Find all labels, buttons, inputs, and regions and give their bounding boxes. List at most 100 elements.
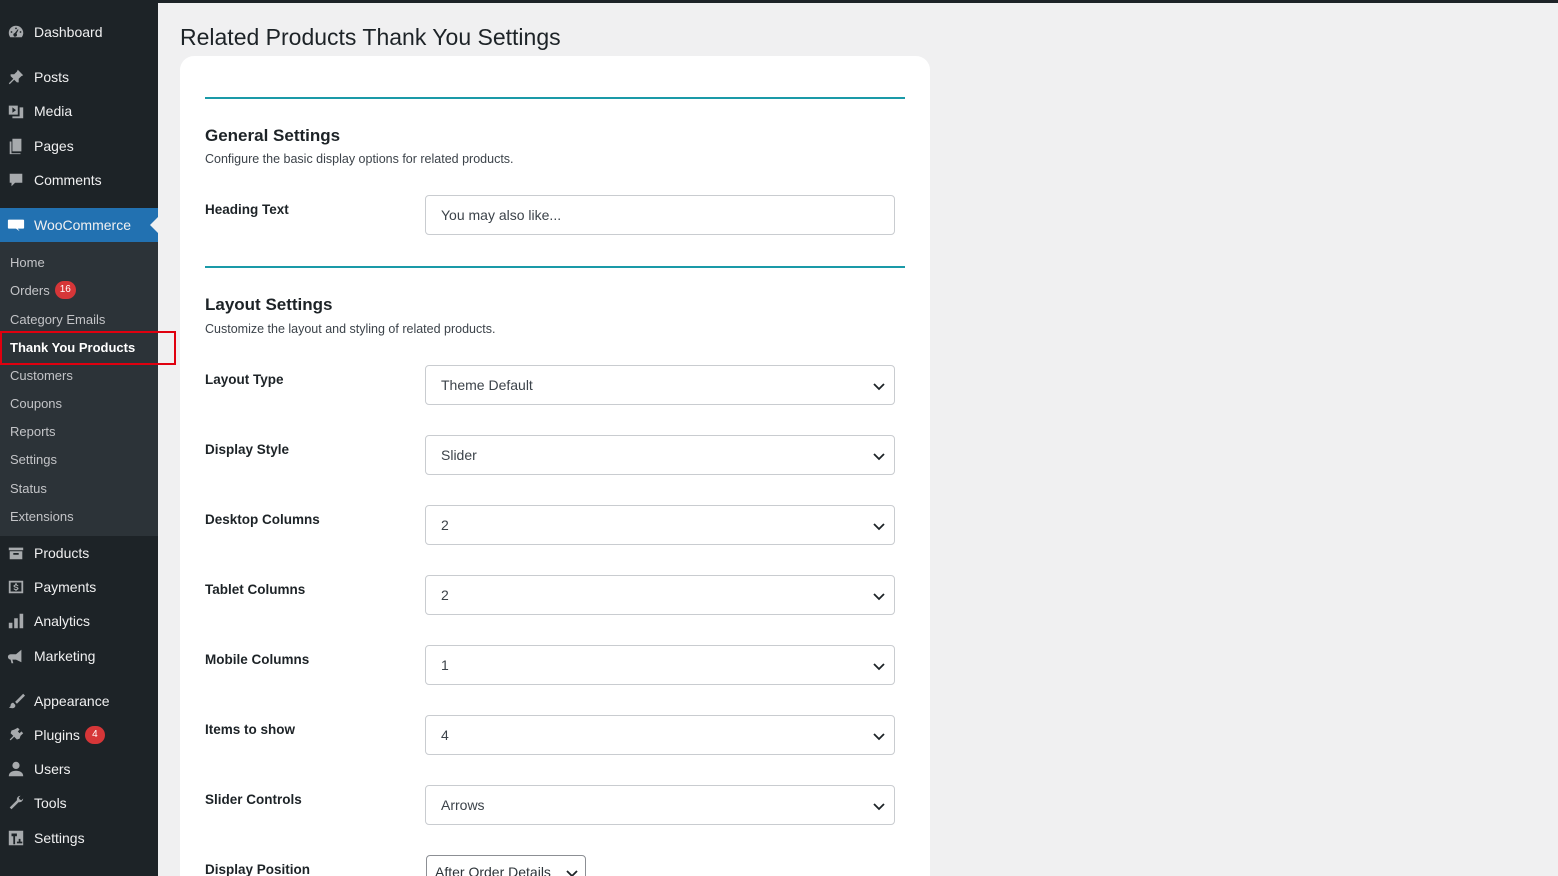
settings-card: General Settings Configure the basic dis… <box>180 56 930 876</box>
submenu-reports[interactable]: Reports <box>0 417 158 445</box>
plugin-icon <box>6 725 26 745</box>
mobile-columns-label: Mobile Columns <box>205 652 310 667</box>
select-value: Arrows <box>441 797 485 813</box>
submenu-orders[interactable]: Orders 16 <box>0 276 158 304</box>
menu-label: WooCommerce <box>34 217 131 233</box>
submenu-customers[interactable]: Customers <box>0 361 158 389</box>
select-value: Slider <box>441 447 477 463</box>
orders-count-badge: 16 <box>54 281 76 299</box>
chevron-down-icon <box>872 379 886 393</box>
analytics-icon <box>6 611 26 631</box>
chevron-down-icon <box>872 799 886 813</box>
submenu-settings[interactable]: Settings <box>0 445 158 473</box>
menu-label: Marketing <box>34 648 96 664</box>
layout-type-label: Layout Type <box>205 372 284 387</box>
menu-settings[interactable]: Settings <box>0 821 158 855</box>
layout-settings-title: Layout Settings <box>205 295 333 314</box>
menu-label: Tools <box>34 795 67 811</box>
submenu-status[interactable]: Status <box>0 474 158 502</box>
brush-icon <box>6 691 26 711</box>
submenu-label: Settings <box>10 451 57 467</box>
submenu-home[interactable]: Home <box>0 248 158 276</box>
menu-analytics[interactable]: Analytics <box>0 604 158 638</box>
chevron-down-icon <box>565 866 579 876</box>
submenu-label: Coupons <box>10 395 63 411</box>
dashboard-icon <box>6 22 26 42</box>
chevron-down-icon <box>872 449 886 463</box>
display-position-select[interactable]: After Order Details <box>426 855 586 876</box>
chevron-down-icon <box>872 519 886 533</box>
section-divider <box>205 266 905 268</box>
layout-settings-description: Customize the layout and styling of rela… <box>205 322 496 336</box>
menu-label: Appearance <box>34 693 110 709</box>
tablet-columns-select[interactable]: 2 <box>425 575 895 615</box>
payments-icon <box>6 577 26 597</box>
menu-label: Plugins <box>34 727 80 743</box>
submenu-category-emails[interactable]: Category Emails <box>0 305 158 333</box>
layout-type-select[interactable]: Theme Default <box>425 365 895 405</box>
heading-text-input[interactable] <box>425 195 895 235</box>
menu-appearance[interactable]: Appearance <box>0 684 158 718</box>
user-icon <box>6 759 26 779</box>
submenu-label: Category Emails <box>10 311 106 327</box>
menu-marketing[interactable]: Marketing <box>0 639 158 673</box>
slider-controls-label: Slider Controls <box>205 792 302 807</box>
menu-woocommerce[interactable]: WooCommerce <box>0 208 158 242</box>
select-value: Theme Default <box>441 377 533 393</box>
menu-media[interactable]: Media <box>0 94 158 128</box>
plugins-update-badge: 4 <box>84 726 105 744</box>
menu-label: Dashboard <box>34 24 103 40</box>
select-value: 4 <box>441 727 449 743</box>
submenu-label: Reports <box>10 423 56 439</box>
section-divider <box>205 97 905 99</box>
settings-icon <box>6 828 26 848</box>
chevron-down-icon <box>872 659 886 673</box>
items-to-show-label: Items to show <box>205 722 296 737</box>
pin-icon <box>6 67 26 87</box>
submenu-label: Extensions <box>10 508 74 524</box>
woocommerce-submenu: Home Orders 16 Category Emails Thank You … <box>0 242 158 536</box>
slider-controls-select[interactable]: Arrows <box>425 785 895 825</box>
menu-label: Comments <box>34 172 102 188</box>
tablet-columns-label: Tablet Columns <box>205 582 306 597</box>
comment-icon <box>6 170 26 190</box>
menu-users[interactable]: Users <box>0 752 158 786</box>
menu-posts[interactable]: Posts <box>0 60 158 94</box>
menu-label: Payments <box>34 579 97 595</box>
menu-tools[interactable]: Tools <box>0 786 158 820</box>
submenu-label: Thank You Products <box>10 339 136 355</box>
page-title: Related Products Thank You Settings <box>180 24 561 50</box>
menu-label: Media <box>34 103 73 119</box>
chevron-down-icon <box>872 589 886 603</box>
menu-plugins[interactable]: Plugins 4 <box>0 718 158 752</box>
menu-label: Settings <box>34 830 85 846</box>
select-value: 2 <box>441 517 449 533</box>
general-settings-title: General Settings <box>205 126 341 145</box>
submenu-thank-you-products[interactable]: Thank You Products <box>0 333 158 361</box>
menu-label: Posts <box>34 69 70 85</box>
menu-dashboard[interactable]: Dashboard <box>0 15 158 49</box>
submenu-label: Status <box>10 480 47 496</box>
select-value: After Order Details <box>435 864 551 876</box>
display-style-label: Display Style <box>205 442 290 457</box>
menu-label: Users <box>34 761 71 777</box>
submenu-extensions[interactable]: Extensions <box>0 502 158 530</box>
menu-pages[interactable]: Pages <box>0 129 158 163</box>
menu-label: Products <box>34 545 90 561</box>
mobile-columns-select[interactable]: 1 <box>425 645 895 685</box>
pages-icon <box>6 136 26 156</box>
submenu-coupons[interactable]: Coupons <box>0 389 158 417</box>
select-value: 1 <box>441 657 449 673</box>
desktop-columns-select[interactable]: 2 <box>425 505 895 545</box>
display-position-label: Display Position <box>205 862 311 876</box>
products-icon <box>6 543 26 563</box>
items-to-show-select[interactable]: 4 <box>425 715 895 755</box>
menu-comments[interactable]: Comments <box>0 163 158 197</box>
chevron-down-icon <box>872 729 886 743</box>
heading-text-label: Heading Text <box>205 202 289 217</box>
display-style-select[interactable]: Slider <box>425 435 895 475</box>
menu-label: Pages <box>34 138 74 154</box>
menu-payments[interactable]: Payments <box>0 570 158 604</box>
admin-sidebar: Dashboard Posts Media Pages Comments Woo… <box>0 0 158 876</box>
menu-products[interactable]: Products <box>0 536 158 570</box>
